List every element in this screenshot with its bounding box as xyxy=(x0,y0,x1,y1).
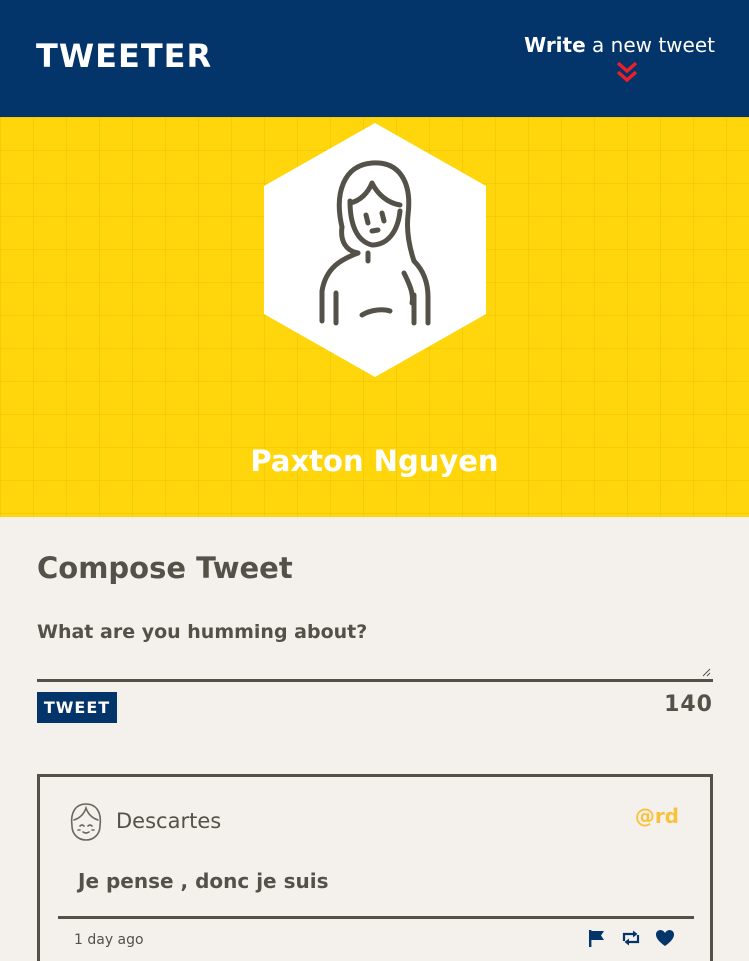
tweet-input-placeholder: What are you humming about? xyxy=(37,621,368,643)
tweet-author[interactable]: Descartes xyxy=(116,807,221,835)
heart-icon[interactable] xyxy=(654,927,676,949)
tweet-divider xyxy=(58,916,694,919)
retweet-icon[interactable] xyxy=(620,927,642,949)
resize-handle-icon[interactable] xyxy=(702,668,711,677)
tweet-submit-button[interactable]: TWEET xyxy=(37,692,117,723)
double-chevron-down-icon[interactable] xyxy=(614,60,640,84)
tweet-actions xyxy=(586,927,676,949)
tweet-card: Descartes @rd Je pense , donc je suis 1 … xyxy=(37,774,713,961)
profile-name: Paxton Nguyen xyxy=(250,444,499,478)
author-avatar-icon xyxy=(70,803,102,841)
top-nav: TWEETER Write a new tweet xyxy=(0,0,749,117)
character-counter: 140 xyxy=(664,692,713,717)
flag-icon[interactable] xyxy=(586,927,608,949)
tweet-handle[interactable]: @rd xyxy=(635,802,679,830)
write-label-rest: a new tweet xyxy=(585,33,715,57)
tweet-text-input[interactable]: What are you humming about? xyxy=(37,614,713,682)
compose-title: Compose Tweet xyxy=(37,551,293,585)
profile-banner: Paxton Nguyen xyxy=(0,117,749,517)
write-label-bold: Write xyxy=(524,33,586,57)
brand-logo[interactable]: TWEETER xyxy=(36,36,212,76)
user-avatar-icon xyxy=(264,123,486,377)
write-new-tweet-link[interactable]: Write a new tweet xyxy=(524,32,715,58)
tweet-timestamp: 1 day ago xyxy=(74,932,144,948)
tweet-content: Je pense , donc je suis xyxy=(78,869,329,893)
